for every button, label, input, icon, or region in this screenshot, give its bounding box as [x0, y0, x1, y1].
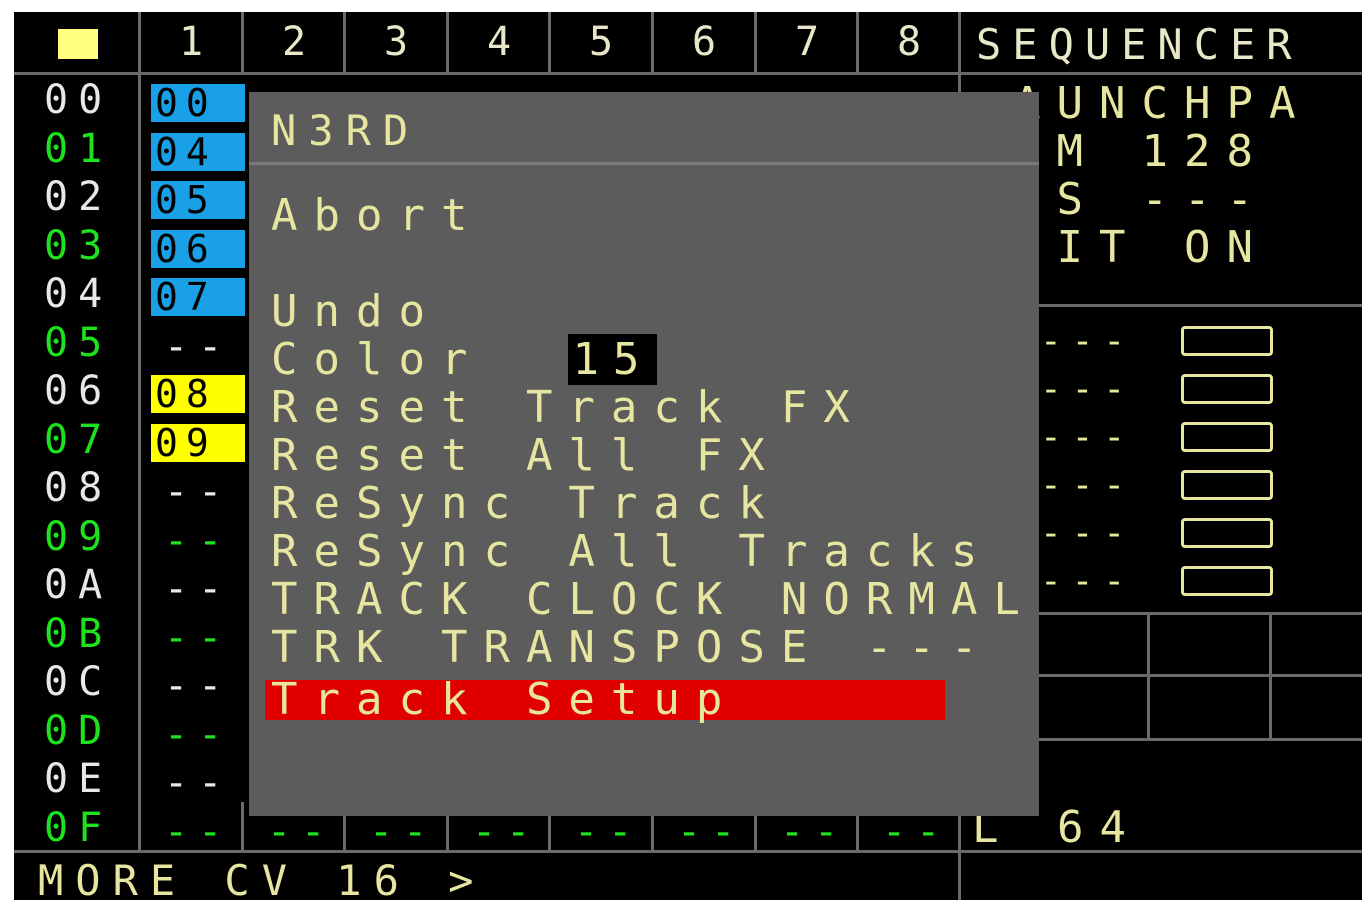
- column-header-3[interactable]: 3: [346, 22, 446, 62]
- pattern-cell[interactable]: --: [882, 812, 950, 852]
- fx-value[interactable]: ---: [1040, 324, 1135, 360]
- pattern-cell[interactable]: --: [164, 666, 232, 706]
- menu-divider: [249, 162, 1039, 165]
- pattern-cell[interactable]: --: [164, 569, 232, 609]
- menu-item-resync-all-tracks[interactable]: ReSync All Tracks: [271, 530, 993, 574]
- column-divider: [138, 12, 141, 850]
- pattern-cell[interactable]: 06: [151, 230, 245, 268]
- fx-value[interactable]: ---: [1040, 420, 1135, 456]
- pattern-cell[interactable]: --: [164, 472, 232, 512]
- pattern-cell[interactable]: --: [780, 812, 848, 852]
- info-line: DIT ON: [1014, 222, 1269, 273]
- pattern-cell[interactable]: 08: [151, 375, 245, 413]
- info-line: AUNCHPA: [1014, 78, 1312, 129]
- screen-title: SEQUENCER: [976, 20, 1303, 69]
- column-divider: [241, 802, 244, 850]
- fx-slot[interactable]: [1181, 326, 1273, 356]
- pattern-cell[interactable]: --: [574, 812, 642, 852]
- fx-value[interactable]: ---: [1040, 468, 1135, 504]
- menu-item-color-label: Color: [271, 334, 484, 385]
- pattern-cell[interactable]: --: [164, 715, 232, 755]
- menu-item-track-setup[interactable]: Track Setup: [271, 678, 738, 722]
- pattern-cell[interactable]: --: [164, 618, 232, 658]
- menu-item-track-clock[interactable]: TRACK CLOCK NORMAL: [271, 578, 1036, 622]
- column-header-1[interactable]: 1: [141, 22, 241, 62]
- pattern-cell[interactable]: --: [677, 812, 745, 852]
- row-label[interactable]: 04: [44, 274, 112, 314]
- menu-item-abort[interactable]: Abort: [271, 194, 483, 238]
- menu-item-reset-track-fx[interactable]: Reset Track FX: [271, 386, 866, 430]
- column-header-7[interactable]: 7: [757, 22, 857, 62]
- column-header-6[interactable]: 6: [654, 22, 754, 62]
- pattern-cell[interactable]: --: [267, 812, 335, 852]
- fx-slot[interactable]: [1181, 566, 1273, 596]
- pattern-cell[interactable]: --: [369, 812, 437, 852]
- fx-value[interactable]: ---: [1040, 372, 1135, 408]
- fx-slot[interactable]: [1181, 374, 1273, 404]
- row-label[interactable]: 06: [44, 371, 112, 411]
- context-menu: N3RD Abort Undo Color 15 Reset Track FX …: [249, 92, 1039, 816]
- menu-item-color[interactable]: Color 15: [271, 334, 658, 385]
- color-value[interactable]: 15: [568, 334, 658, 385]
- right-panel-divider: [1147, 614, 1150, 738]
- header-divider: [14, 72, 1362, 75]
- fx-slot[interactable]: [1181, 470, 1273, 500]
- pattern-cell[interactable]: 09: [151, 424, 245, 462]
- row-label[interactable]: 09: [44, 517, 112, 557]
- fx-value[interactable]: ---: [1040, 564, 1135, 600]
- row-label[interactable]: 05: [44, 323, 112, 363]
- menu-title: N3RD: [271, 106, 421, 155]
- fx-slot[interactable]: [1181, 422, 1273, 452]
- footer-status[interactable]: MORE CV 16 >: [38, 860, 485, 902]
- menu-item-undo[interactable]: Undo: [271, 290, 441, 334]
- row-label[interactable]: 07: [44, 420, 112, 460]
- column-header-5[interactable]: 5: [551, 22, 651, 62]
- row-label[interactable]: 03: [44, 226, 112, 266]
- sequencer-screen: 1 2 3 4 5 6 7 8 SEQUENCER 00 01 02 03 04…: [14, 12, 1362, 902]
- info-line: PS ---: [1014, 174, 1269, 225]
- info-line: PM 128: [1014, 126, 1269, 177]
- pattern-cell[interactable]: 07: [151, 278, 245, 316]
- menu-item-reset-all-fx[interactable]: Reset All FX: [271, 434, 781, 478]
- row-label[interactable]: 08: [44, 468, 112, 508]
- row-label[interactable]: 00: [44, 80, 112, 120]
- column-header-2[interactable]: 2: [244, 22, 344, 62]
- pattern-cell[interactable]: --: [164, 763, 232, 803]
- pattern-cell[interactable]: --: [164, 812, 232, 852]
- row-label[interactable]: 0C: [44, 662, 112, 702]
- pattern-cell[interactable]: --: [472, 812, 540, 852]
- pattern-cell[interactable]: --: [164, 327, 232, 367]
- pattern-cell[interactable]: 00: [151, 84, 245, 122]
- fx-slot[interactable]: [1181, 518, 1273, 548]
- row-label[interactable]: 01: [44, 129, 112, 169]
- row-label[interactable]: 0B: [44, 614, 112, 654]
- right-panel-divider: [1269, 614, 1272, 738]
- menu-item-trk-transpose[interactable]: TRK TRANSPOSE ---: [271, 626, 993, 670]
- column-header-4[interactable]: 4: [449, 22, 549, 62]
- row-label[interactable]: 0A: [44, 565, 112, 605]
- row-label[interactable]: 0E: [44, 759, 112, 799]
- menu-item-resync-track[interactable]: ReSync Track: [271, 482, 781, 526]
- column-header-8[interactable]: 8: [859, 22, 959, 62]
- row-label[interactable]: 0D: [44, 711, 112, 751]
- pattern-cell[interactable]: 05: [151, 181, 245, 219]
- pattern-cell[interactable]: 04: [151, 133, 245, 171]
- pattern-cell[interactable]: --: [164, 521, 232, 561]
- row-label[interactable]: 0F: [44, 808, 112, 848]
- row-label[interactable]: 02: [44, 177, 112, 217]
- fx-value[interactable]: ---: [1040, 516, 1135, 552]
- track-indicator[interactable]: [58, 29, 98, 59]
